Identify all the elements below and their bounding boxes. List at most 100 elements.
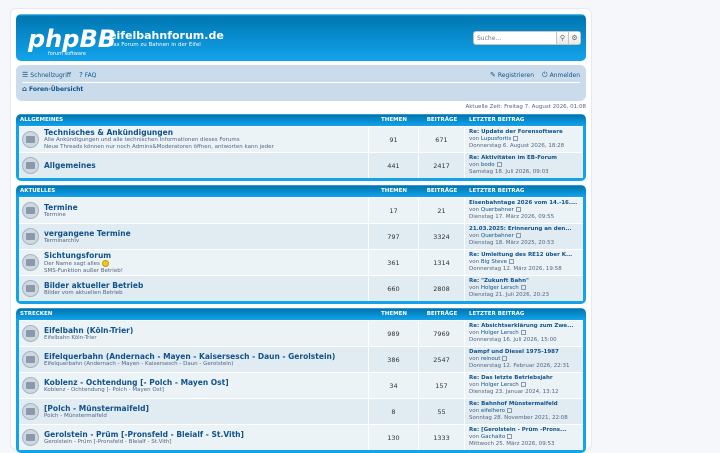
- column-posts-header: BEITRÄGE: [426, 188, 458, 194]
- view-latest-icon[interactable]: [520, 330, 526, 336]
- forum-cell: Sichtungsforum Der Name sagt alles SMS-Fu…: [19, 250, 369, 275]
- forum-title-link[interactable]: Sichtungsforum: [44, 251, 123, 260]
- last-post-date: Samstag 18. Juli 2026, 09:03: [469, 169, 549, 176]
- forum-text: vergangene Termine Terminarchiv: [44, 229, 131, 245]
- faq-link[interactable]: ? FAQ: [79, 71, 96, 79]
- last-post-title-link[interactable]: Re: Update der Forensoftware: [469, 129, 579, 136]
- forum-title-link[interactable]: Allgemeines: [44, 161, 96, 170]
- last-post-author-line: von Holger Lersch: [469, 285, 579, 292]
- last-post-by-label: von: [469, 330, 481, 337]
- last-post-title-link[interactable]: Re: Aktivitäten im EB-Forum: [469, 155, 579, 162]
- last-post-author-line: von bodo: [469, 162, 579, 169]
- last-post-by-label: von: [469, 408, 481, 415]
- last-post-author-link[interactable]: Lupusfortis: [481, 136, 511, 142]
- last-post-title-link[interactable]: Re: Das letzte Betriebsjahr: [469, 375, 579, 382]
- view-latest-icon[interactable]: [507, 434, 513, 440]
- view-latest-icon[interactable]: [507, 408, 512, 414]
- forum-description: Polch - Münstermaifeld: [44, 412, 107, 419]
- last-post-author-link[interactable]: Gachaito: [481, 434, 506, 440]
- forum-description: Der Name sagt alles: [44, 259, 123, 268]
- forum-text: Termine Termine: [44, 203, 78, 219]
- forum-posts-count: 2547: [419, 347, 465, 372]
- forum-title-link[interactable]: Koblenz - Ochtendung [- Polch - Mayen Os…: [44, 378, 229, 387]
- last-post-author-link[interactable]: Querbahner: [481, 207, 514, 213]
- forum-topics-count: 130: [369, 425, 419, 450]
- forum-title-link[interactable]: Bilder aktueller Betrieb: [44, 281, 143, 290]
- forum-text: Eifelquerbahn (Andernach - Mayen - Kaise…: [44, 352, 335, 368]
- forum-read-icon-inner: [26, 162, 35, 169]
- login-link[interactable]: ⏻ Anmelden: [542, 71, 580, 79]
- site-name[interactable]: eifelbahnforum.de: [109, 29, 224, 42]
- view-latest-icon[interactable]: [520, 285, 526, 291]
- last-post-author-link[interactable]: Holger Lersch: [481, 382, 519, 388]
- last-post-author-line: von Big Steve: [469, 259, 579, 266]
- advanced-search-button[interactable]: ⚙: [568, 32, 580, 44]
- forum-description: Gerolstein - Prüm [-Pronsfeld - Bleialf …: [44, 438, 172, 445]
- last-post-title-link[interactable]: Re: Umleitung des RE12 über K...: [469, 252, 579, 259]
- forum-title-link[interactable]: Eifelbahn (Köln-Trier): [44, 326, 133, 335]
- last-post-date: Dienstag 23. Januar 2024, 13:12: [469, 389, 559, 396]
- view-latest-icon[interactable]: [502, 356, 508, 362]
- last-post-title-link[interactable]: Re: Absichtserklärung zum Zwe...: [469, 323, 579, 330]
- view-latest-icon[interactable]: [520, 382, 526, 388]
- last-post-by-label: von: [469, 233, 481, 240]
- phpbb-logo[interactable]: phpBB forum software: [26, 22, 116, 58]
- forum-row: Bilder aktueller Betrieb Bilder vom aktue…: [19, 275, 583, 301]
- forum-cell: [Polch - Münstermaifeld] Polch - Münsterm…: [19, 399, 369, 424]
- advanced-search-icon: ⚙: [571, 34, 578, 42]
- forum-text: Allgemeines: [44, 161, 96, 170]
- last-post-author-link[interactable]: bodo: [481, 162, 495, 168]
- forum-title-link[interactable]: Eifelquerbahn (Andernach - Mayen - Kaise…: [44, 352, 335, 361]
- last-post-author-line: von Lupusfortis: [469, 136, 579, 143]
- menu-icon: ☰: [22, 70, 29, 79]
- forum-row: Technisches & Ankündigungen Alle Ankündig…: [19, 126, 583, 152]
- view-latest-icon[interactable]: [515, 207, 521, 213]
- forum-cell: Eifelbahn (Köln-Trier) Eifelbahn Köln-Tri…: [19, 321, 369, 346]
- forum-title-link[interactable]: Gerolstein - Prüm [-Pronsfeld - Bleialf …: [44, 430, 244, 439]
- category-name[interactable]: STRECKEN: [19, 311, 369, 317]
- last-post-author-link[interactable]: Big Steve: [481, 259, 507, 265]
- forum-description: Alle Ankündigungen und alle technischen …: [44, 137, 240, 144]
- forum-posts-count: 2417: [419, 153, 465, 178]
- last-post-title-link[interactable]: Re: "Zukunft Bahn": [469, 278, 579, 285]
- register-link[interactable]: ✎ Registrieren: [490, 71, 534, 79]
- last-post-title-link[interactable]: Eisenbahntage 2026 vom 14.-16....: [469, 200, 579, 207]
- search-input[interactable]: [474, 32, 556, 44]
- forum-text: Eifelbahn (Köln-Trier) Eifelbahn Köln-Tri…: [44, 326, 133, 342]
- search-button[interactable]: ⚲: [556, 32, 568, 44]
- forum-read-icon: [22, 377, 39, 394]
- last-post-title-link[interactable]: Re: [Gerolstein - Prüm -Prons...: [469, 427, 579, 434]
- category-name[interactable]: AKTUELLES: [19, 188, 369, 194]
- last-post-author-link[interactable]: Holger Lersch: [481, 285, 519, 291]
- last-post-cell: Re: Absichtserklärung zum Zwe... von Holg…: [465, 321, 583, 346]
- forum-title-link[interactable]: Termine: [44, 203, 78, 212]
- forum-description: Terminarchiv: [44, 237, 80, 244]
- last-post-title-link[interactable]: 21.03.2025: Erinnerung an den...: [469, 226, 579, 233]
- forum-read-icon: [22, 325, 39, 342]
- category-name[interactable]: ALLGEMEINES: [19, 117, 369, 123]
- last-post-author-link[interactable]: reinout: [481, 356, 501, 362]
- forum-title-link[interactable]: Technisches & Ankündigungen: [44, 128, 274, 137]
- view-latest-icon[interactable]: [496, 162, 502, 168]
- last-post-author-line: von Holger Lersch: [469, 330, 579, 337]
- view-latest-icon[interactable]: [515, 233, 521, 239]
- last-post-title-link[interactable]: Dampf und Diesel 1975-1987: [469, 349, 579, 356]
- forum-read-icon: [22, 254, 39, 271]
- last-post-author-link[interactable]: Holger Lersch: [481, 330, 519, 336]
- forum-text: Sichtungsforum Der Name sagt alles SMS-Fu…: [44, 251, 123, 274]
- forum-cell: Gerolstein - Prüm [-Pronsfeld - Bleialf …: [19, 425, 369, 450]
- forum-topics-count: 797: [369, 224, 419, 249]
- last-post-by-label: von: [469, 285, 481, 292]
- forum-read-icon-inner: [26, 330, 35, 337]
- search-box: ⚲ ⚙: [473, 31, 581, 45]
- breadcrumb-index[interactable]: ⌂ Foren-Übersicht: [22, 86, 83, 94]
- forum-title-link[interactable]: vergangene Termine: [44, 229, 131, 238]
- last-post-author-link[interactable]: Querbahner: [481, 233, 514, 239]
- view-latest-icon[interactable]: [513, 136, 519, 142]
- view-latest-icon[interactable]: [509, 259, 515, 265]
- last-post-author-link[interactable]: eifelhero: [481, 408, 505, 414]
- quicklinks-menu[interactable]: ☰ Schnellzugriff: [22, 70, 71, 79]
- forum-title-link[interactable]: [Polch - Münstermaifeld]: [44, 404, 149, 413]
- last-post-title-link[interactable]: Re: Bahnhof Münstermaifeld: [469, 401, 579, 408]
- forum-posts-count: 55: [419, 399, 465, 424]
